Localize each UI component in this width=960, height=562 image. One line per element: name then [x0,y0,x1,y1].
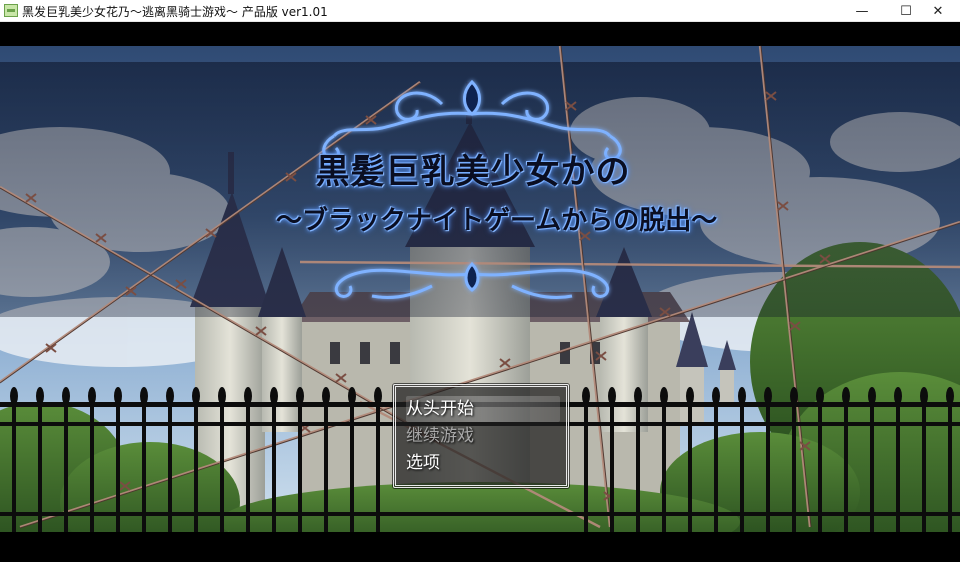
game-canvas[interactable]: 黒髪巨乳美少女かの 〜ブラックナイトゲームからの脱出〜 从头开始 继续游戏 选项 [0,22,960,562]
game-title-line2: 〜ブラックナイトゲームからの脱出〜 [276,200,676,237]
minimize-button[interactable]: — [840,0,884,22]
menu-new-game[interactable]: 从头开始 [406,396,560,422]
window-titlebar: 黑发巨乳美少女花乃～逃离黑骑士游戏～ 产品版 ver1.01 — ☐ ✕ [0,0,960,22]
window-title: 黑发巨乳美少女花乃～逃离黑骑士游戏～ 产品版 ver1.01 [22,3,328,20]
menu-options[interactable]: 选项 [406,450,560,476]
game-title-line1: 黒髪巨乳美少女かの [288,144,658,193]
menu-continue[interactable]: 继续游戏 [406,423,560,449]
title-logo-ornament [272,74,672,324]
app-icon [4,4,18,17]
title-command-menu: 从头开始 继续游戏 选项 [393,384,569,488]
close-button[interactable]: ✕ [916,0,960,22]
